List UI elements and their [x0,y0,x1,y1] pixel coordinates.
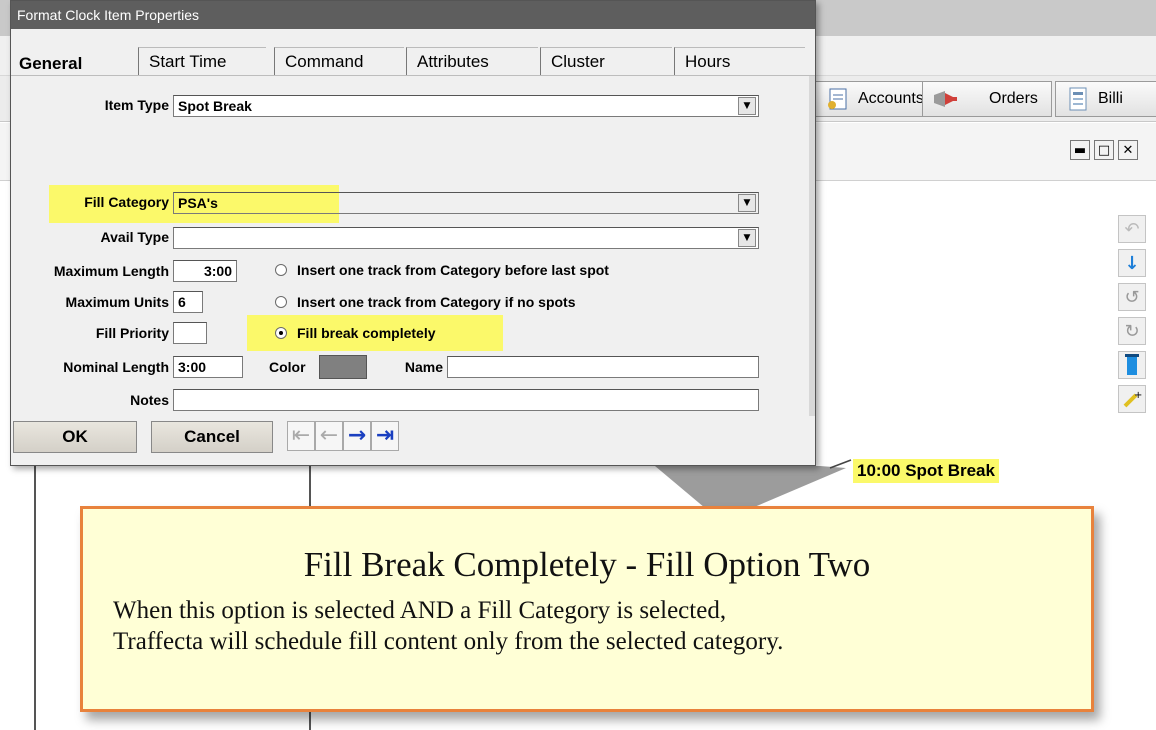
fill-priority-input[interactable] [173,322,207,344]
chevron-down-icon[interactable]: ▼ [738,194,756,212]
option-if-no-spots[interactable]: Insert one track from Category if no spo… [275,294,576,310]
name-input[interactable] [447,356,759,378]
option-before-last-spot[interactable]: Insert one track from Category before la… [275,262,609,278]
chevron-down-icon[interactable]: ▼ [738,229,756,247]
last-record-icon[interactable]: ⇥ [371,421,399,451]
maximum-units-input[interactable]: 6 [173,291,203,313]
maximum-units-label: Maximum Units [65,294,169,310]
previous-record-icon[interactable]: ← [315,421,343,451]
fill-priority-label: Fill Priority [95,325,169,341]
callout-body-line-2: Traffecta will schedule fill content onl… [113,628,784,655]
chevron-down-icon[interactable]: ▼ [738,97,756,115]
tab-start-time[interactable]: Start Time [138,47,266,75]
fill-category-value: PSA's [178,195,218,211]
maximum-length-input[interactable]: 3:00 [173,260,237,282]
name-label: Name [404,359,443,375]
callout-body: When this option is selected AND a Fill … [113,595,1073,657]
option-before-last-spot-label: Insert one track from Category before la… [297,262,609,278]
cancel-button[interactable]: Cancel [151,421,273,453]
tab-cluster[interactable]: Cluster [540,47,672,75]
notes-input[interactable] [173,389,759,411]
notes-label: Notes [130,392,169,408]
tab-command[interactable]: Command [274,47,404,75]
first-record-icon[interactable]: ⇤ [287,421,315,451]
dialog-scrollbar[interactable] [809,76,815,416]
callout-box: Fill Break Completely - Fill Option Two … [80,506,1094,712]
maximum-length-label: Maximum Length [53,263,169,279]
color-label: Color [269,359,306,375]
tab-hours[interactable]: Hours [674,47,805,75]
avail-type-select[interactable]: ▼ [173,227,759,249]
item-type-select[interactable]: Spot Break ▼ [173,95,759,117]
avail-type-label: Avail Type [100,229,169,245]
radio-if-no-spots[interactable] [275,296,287,308]
tab-strip: General Start Time Command Attributes Cl… [11,29,815,75]
item-type-label: Item Type [104,97,169,113]
callout-title: Fill Break Completely - Fill Option Two [303,545,871,584]
radio-fill-break-completely[interactable] [275,327,287,339]
option-fill-break-completely[interactable]: Fill break completely [275,325,436,341]
next-record-icon[interactable]: → [343,421,371,451]
nominal-length-input[interactable]: 3:00 [173,356,243,378]
radio-before-last-spot[interactable] [275,264,287,276]
spot-break-label: 10:00 Spot Break [853,459,999,483]
option-fill-break-completely-label: Fill break completely [297,325,436,341]
format-clock-item-dialog: Format Clock Item Properties General Sta… [10,0,816,466]
dialog-title: Format Clock Item Properties [11,1,815,29]
tab-attributes[interactable]: Attributes [406,47,538,75]
fill-category-select[interactable]: PSA's ▼ [173,192,759,214]
fill-category-label: Fill Category [84,194,169,210]
color-swatch[interactable] [319,355,367,379]
option-if-no-spots-label: Insert one track from Category if no spo… [297,294,576,310]
tab-divider [11,75,815,76]
item-type-value: Spot Break [178,98,252,114]
ok-button[interactable]: OK [13,421,137,453]
callout-body-line-1: When this option is selected AND a Fill … [113,597,727,624]
nominal-length-label: Nominal Length [63,359,169,375]
